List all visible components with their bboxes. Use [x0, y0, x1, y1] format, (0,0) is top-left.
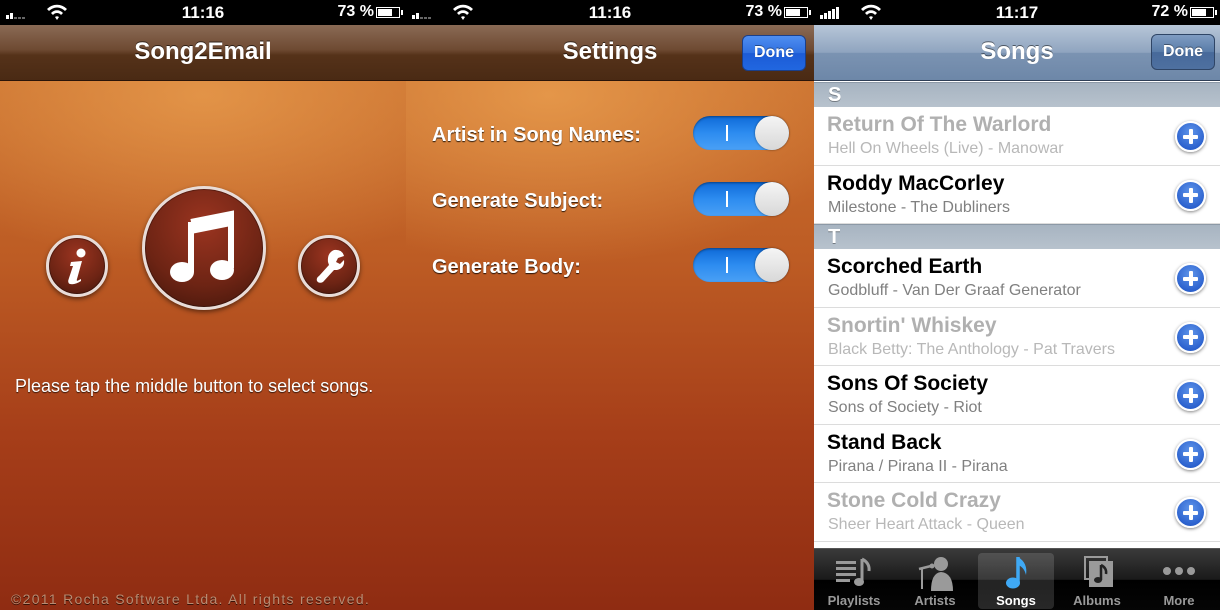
- wrench-icon: [316, 249, 345, 283]
- song-subtitle: Hell On Wheels (Live) - Manowar: [828, 140, 1064, 157]
- tab-more[interactable]: More: [1141, 553, 1217, 609]
- done-button[interactable]: Done: [1151, 34, 1215, 70]
- section-header: T: [814, 224, 1220, 249]
- add-song-button[interactable]: [1175, 497, 1206, 528]
- song-row[interactable]: Return Of The Warlord Hell On Wheels (Li…: [814, 107, 1220, 166]
- song-title: Scorched Earth: [827, 255, 983, 278]
- song-subtitle: Godbluff - Van Der Graaf Generator: [828, 282, 1081, 299]
- add-song-button[interactable]: [1175, 179, 1206, 211]
- song-title: Stone Cold Crazy: [827, 489, 1001, 512]
- tab-label: Albums: [1073, 593, 1121, 608]
- battery-icon: [376, 7, 403, 18]
- status-bar: 11:16 73 %: [0, 0, 406, 25]
- tab-songs[interactable]: Songs: [978, 553, 1054, 609]
- tab-artists[interactable]: Artists: [897, 553, 973, 609]
- generate-body-toggle[interactable]: [693, 248, 789, 282]
- section-header: S: [814, 82, 1220, 107]
- nav-bar: Songs Done: [814, 25, 1220, 81]
- toggle-on-indicator: [726, 257, 728, 273]
- tab-label: More: [1163, 593, 1195, 608]
- setting-label: Generate Body:: [432, 256, 581, 278]
- song-row[interactable]: Sons Of Society Sons of Society - Riot: [814, 366, 1220, 425]
- setting-label: Artist in Song Names:: [432, 124, 641, 146]
- add-song-button[interactable]: [1175, 263, 1206, 294]
- settings-button[interactable]: [298, 235, 360, 297]
- add-song-button[interactable]: [1175, 380, 1206, 411]
- song-row[interactable]: Stand Back Pirana / Pirana II - Pirana: [814, 424, 1220, 483]
- tab-label: Artists: [914, 593, 956, 608]
- settings-screen: 11:16 73 % Settings Done Artist in Song …: [406, 0, 814, 610]
- setting-label: Generate Subject:: [432, 190, 604, 212]
- toggle-knob[interactable]: [755, 248, 789, 282]
- song-subtitle: Pirana / Pirana II - Pirana: [828, 457, 1008, 475]
- music-note-icon: [170, 210, 234, 282]
- generate-subject-toggle[interactable]: [693, 182, 789, 216]
- songs-screen: 11:17 72 % Songs Done S Return Of The Wa…: [814, 0, 1220, 610]
- battery-percent: 73 %: [745, 3, 782, 20]
- songs-list[interactable]: S Return Of The Warlord Hell On Wheels (…: [814, 82, 1220, 542]
- tab-label: Playlists: [827, 593, 881, 608]
- tab-playlists[interactable]: Playlists: [816, 553, 892, 609]
- song-subtitle: Black Betty: The Anthology - Pat Travers: [828, 340, 1115, 358]
- song-subtitle: Sheer Heart Attack - Queen: [828, 516, 1025, 533]
- add-song-button[interactable]: [1175, 121, 1206, 152]
- tab-albums[interactable]: Albums: [1059, 553, 1135, 609]
- done-button[interactable]: Done: [742, 35, 806, 71]
- nav-bar: Song2Email: [0, 25, 406, 81]
- instruction-text: Please tap the middle button to select s…: [15, 376, 374, 396]
- status-bar: 11:17 72 %: [814, 0, 1220, 25]
- song-title: Roddy MacCorley: [827, 171, 1005, 195]
- tab-label: Songs: [996, 593, 1036, 608]
- battery-percent: 73 %: [337, 3, 374, 20]
- background: [406, 25, 814, 610]
- info-icon: [68, 248, 86, 285]
- main-screen: 11:16 73 % Song2Email Please tap the mid…: [0, 0, 406, 610]
- status-bar: 11:16 73 %: [406, 0, 814, 25]
- song-title: Snortin' Whiskey: [827, 313, 997, 337]
- battery-percent: 72 %: [1151, 3, 1188, 20]
- select-songs-button[interactable]: [142, 186, 266, 310]
- song-row[interactable]: Stone Cold Crazy Sheer Heart Attack - Qu…: [814, 483, 1220, 542]
- info-button[interactable]: [46, 235, 108, 297]
- artist-in-song-names-toggle[interactable]: [693, 116, 789, 150]
- toggle-on-indicator: [726, 191, 728, 207]
- song-title: Return Of The Warlord: [827, 113, 1052, 136]
- song-title: Sons Of Society: [827, 372, 989, 395]
- song-title: Stand Back: [827, 430, 942, 454]
- song-row[interactable]: Snortin' Whiskey Black Betty: The Anthol…: [814, 307, 1220, 366]
- setting-row-generate-subject: Generate Subject:: [406, 180, 814, 220]
- more-icon: [1163, 567, 1195, 575]
- artists-icon: [918, 557, 953, 591]
- song-subtitle: Sons of Society - Riot: [828, 399, 982, 416]
- copyright-text: ©2011 Rocha Software Ltda. All rights re…: [11, 591, 371, 607]
- song-subtitle: Milestone - The Dubliners: [828, 198, 1011, 216]
- nav-bar: Settings Done: [406, 25, 814, 81]
- song-row[interactable]: Roddy MacCorley Milestone - The Dubliner…: [814, 165, 1220, 224]
- playlists-icon: [836, 557, 871, 586]
- setting-row-generate-body: Generate Body:: [406, 246, 814, 286]
- add-song-button[interactable]: [1175, 321, 1206, 353]
- battery-icon: [784, 7, 811, 18]
- add-song-button[interactable]: [1175, 438, 1206, 470]
- song-row[interactable]: Scorched Earth Godbluff - Van Der Graaf …: [814, 249, 1220, 308]
- songs-icon: [1006, 557, 1027, 589]
- toggle-knob[interactable]: [755, 116, 789, 150]
- tab-bar: Playlists Artists Songs Albums More: [814, 548, 1220, 610]
- toggle-on-indicator: [726, 125, 728, 141]
- albums-icon: [1084, 556, 1113, 587]
- background: [0, 25, 406, 610]
- toggle-knob[interactable]: [755, 182, 789, 216]
- setting-row-artist-in-song-names: Artist in Song Names:: [406, 114, 814, 154]
- page-title: Song2Email: [134, 38, 272, 65]
- battery-icon: [1190, 7, 1217, 18]
